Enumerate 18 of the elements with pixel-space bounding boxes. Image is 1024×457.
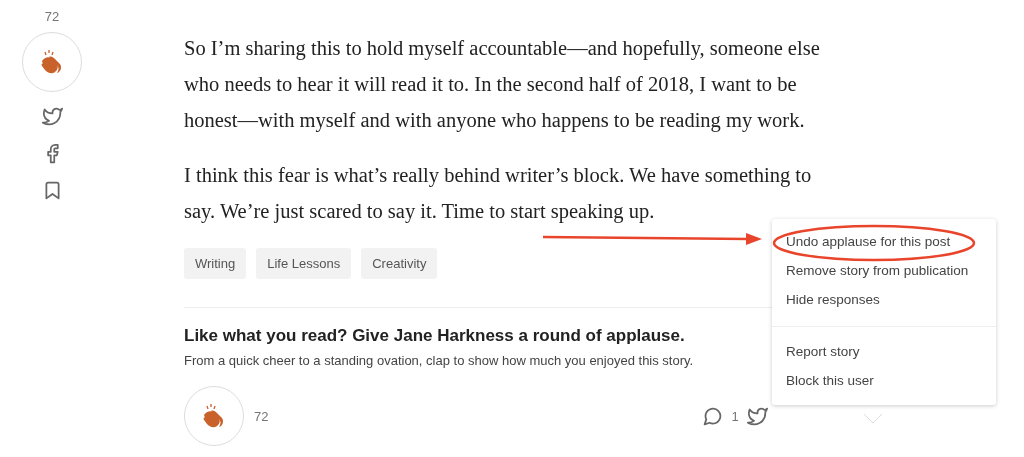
menu-item[interactable]: Report story [772, 337, 996, 366]
article-paragraph: I think this fear is what’s really behind writer’s block. We have something to say. We’re just scared to say it. Time to start speaking up. [184, 163, 813, 225]
applause-heading: Like what you read? Give Jane Harkness a round of applause. [184, 326, 686, 346]
twitter-icon[interactable] [746, 405, 768, 427]
clap-count: 72 [44, 9, 60, 24]
tag[interactable]: Life Lessons [256, 248, 352, 279]
menu-pointer [864, 414, 882, 424]
twitter-icon[interactable] [41, 106, 63, 127]
article-paragraph: So I’m sharing this to hold myself accountable—and hopefully, someone else who needs to hear it will read it to. In the second half of 2018, I want to be honest—with myself and with anyone who happens to be reading my work. [184, 36, 821, 134]
menu-item[interactable]: Hide responses [772, 285, 996, 314]
response-count: 1 [731, 408, 739, 424]
menu-item[interactable]: Block this user [772, 366, 996, 395]
tag[interactable]: Creativity [361, 248, 438, 279]
menu-item[interactable]: Undo applause for this post [772, 227, 996, 256]
clap-count: 72 [254, 408, 269, 424]
menu-item[interactable]: Remove story from publication [772, 256, 996, 285]
tag[interactable]: Writing [184, 248, 247, 279]
comment-icon[interactable] [702, 405, 724, 427]
